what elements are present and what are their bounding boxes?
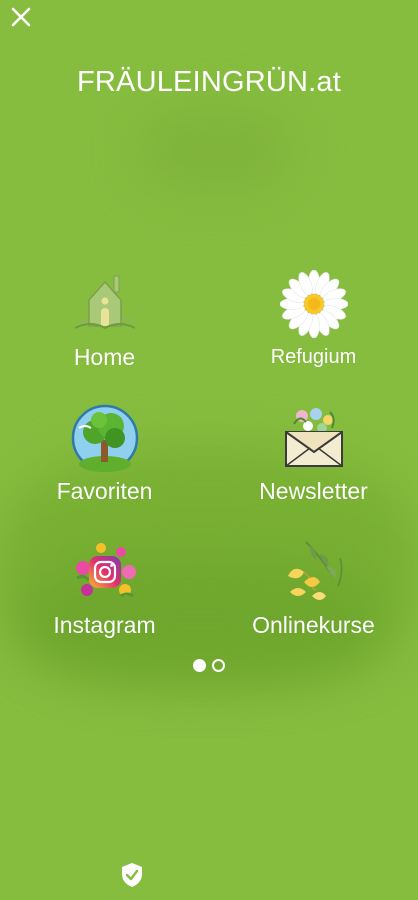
- menu-grid: Home Refugium Favoriten Newsletter Insta…: [0, 268, 418, 670]
- menu-item-label: Home: [73, 344, 136, 370]
- menu-item-refugium[interactable]: Refugium: [209, 268, 418, 402]
- shield-check-icon[interactable]: [120, 862, 144, 888]
- menu-item-label: Instagram: [53, 612, 156, 638]
- page-title: FRÄULEINGRÜN.at: [76, 66, 342, 98]
- ginkgo-leaves-icon: [287, 541, 342, 600]
- page-dot-1[interactable]: [193, 659, 206, 672]
- menu-item-favoriten[interactable]: Favoriten: [0, 402, 209, 536]
- menu-item-label: Refugium: [270, 346, 357, 368]
- daisy-icon: [279, 270, 348, 338]
- close-button[interactable]: [8, 4, 34, 30]
- menu-item-label: Favoriten: [56, 478, 153, 504]
- background-shape: [140, 110, 290, 190]
- close-icon: [11, 7, 31, 27]
- menu-item-instagram[interactable]: Instagram: [0, 536, 209, 670]
- menu-item-home[interactable]: Home: [0, 268, 209, 402]
- flower-envelope-icon: [284, 408, 343, 467]
- menu-item-label: Onlinekurse: [252, 612, 375, 638]
- menu-item-newsletter[interactable]: Newsletter: [209, 402, 418, 536]
- house-icon: [74, 275, 135, 330]
- instagram-flowers-icon: [75, 543, 136, 598]
- menu-item-onlinekurse[interactable]: Onlinekurse: [209, 536, 418, 670]
- page-dot-2[interactable]: [212, 659, 225, 672]
- page-indicator: [0, 659, 418, 672]
- menu-item-label: Newsletter: [259, 478, 368, 504]
- tree-globe-icon: [71, 404, 138, 472]
